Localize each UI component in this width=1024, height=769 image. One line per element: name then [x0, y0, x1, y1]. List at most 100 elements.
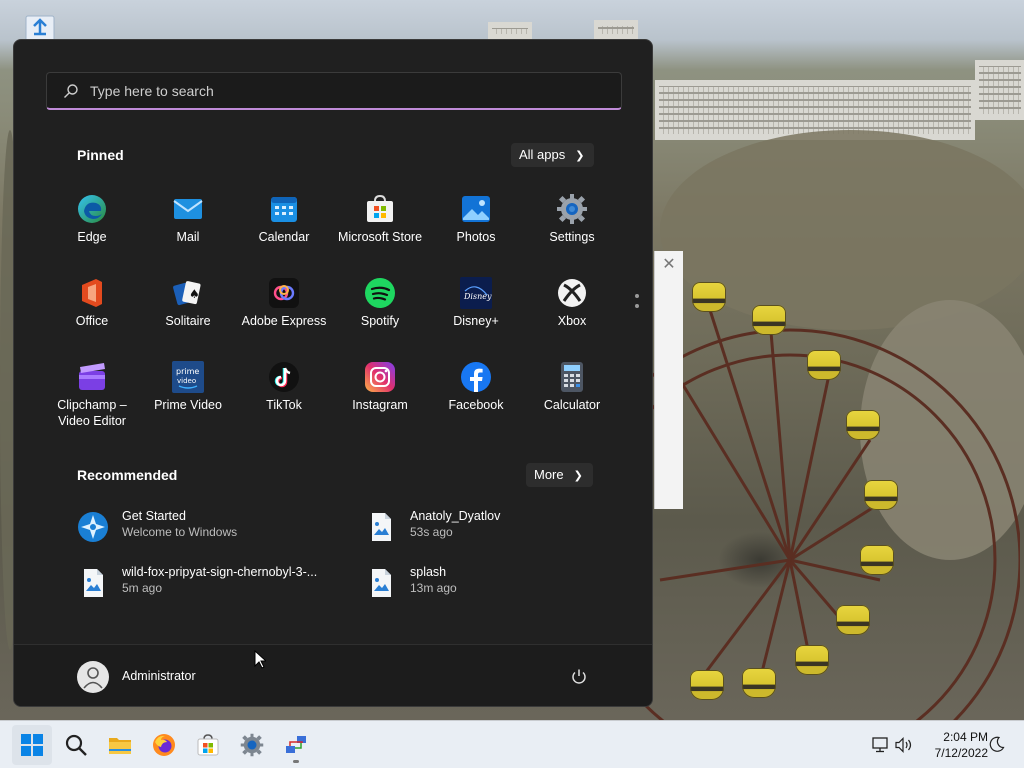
background-dialog: ✕	[654, 251, 683, 509]
notification-moon-icon[interactable]	[989, 736, 1005, 752]
taskbar-search-button[interactable]	[56, 725, 96, 765]
calendar-icon	[271, 197, 297, 222]
search-icon	[64, 84, 78, 98]
chevron-right-icon: ❯	[573, 470, 583, 482]
app-label: Clipchamp – Video Editor	[57, 398, 127, 428]
firefox-icon	[153, 734, 175, 756]
pinned-app-adobe-express[interactable]: Adobe Express	[236, 267, 332, 347]
user-name: Administrator	[122, 669, 196, 683]
mouse-cursor-icon	[254, 650, 266, 669]
store-icon	[197, 734, 219, 756]
app-label: Prime Video	[154, 398, 222, 412]
all-apps-button[interactable]: All apps ❯	[511, 143, 595, 167]
pinned-app-solitaire[interactable]: ♠ Solitaire	[140, 267, 236, 347]
page-dots[interactable]	[634, 294, 640, 318]
network-icon[interactable]	[871, 737, 889, 753]
taskbar-file-explorer[interactable]	[100, 725, 140, 765]
app-label: Calendar	[258, 230, 310, 244]
recommended-item[interactable]: Anatoly_Dyatlov 53s ago	[365, 507, 635, 547]
recommended-title: Recommended	[77, 467, 178, 483]
store-icon	[367, 194, 393, 222]
app-label: Settings	[549, 230, 595, 244]
start-button[interactable]	[12, 725, 52, 765]
gear-icon	[240, 733, 264, 757]
pinned-app-calendar[interactable]: Calendar	[236, 183, 332, 263]
svg-text:video: video	[177, 377, 196, 385]
xbox-icon	[558, 279, 586, 307]
user-avatar-icon	[77, 661, 109, 693]
clipchamp-icon	[79, 363, 105, 390]
taskbar-network-app[interactable]	[276, 725, 316, 765]
disney-plus-icon: Disney+	[460, 277, 492, 309]
taskbar-settings[interactable]	[232, 725, 272, 765]
ferris-wheel	[640, 309, 1020, 720]
taskbar: 2:04 PM 7/12/2022	[0, 720, 1024, 768]
svg-text:Disney+: Disney+	[463, 292, 492, 301]
close-icon[interactable]: ✕	[655, 251, 683, 279]
recommended-title: splash	[410, 565, 447, 579]
pinned-app-store[interactable]: Microsoft Store	[332, 183, 428, 263]
pinned-app-mail[interactable]: Mail	[140, 183, 236, 263]
app-label: Office	[75, 314, 109, 328]
pinned-app-settings[interactable]: Settings	[524, 183, 620, 263]
page-dot[interactable]	[635, 294, 639, 298]
cards-icon: ♠	[173, 281, 201, 306]
image-file-icon	[84, 569, 103, 597]
app-label: Solitaire	[165, 314, 211, 328]
spotify-icon	[365, 278, 395, 308]
search-input[interactable]: Type here to search	[46, 72, 622, 110]
pinned-app-photos[interactable]: Photos	[428, 183, 524, 263]
clock-date: 7/12/2022	[934, 746, 988, 760]
clock[interactable]: 2:04 PM 7/12/2022	[918, 729, 988, 761]
all-apps-label: All apps	[519, 147, 566, 162]
gear-icon	[557, 194, 587, 224]
app-label: Xbox	[557, 314, 587, 328]
app-label: Mail	[176, 230, 200, 244]
app-label: Edge	[77, 230, 107, 244]
recommended-item[interactable]: Get Started Welcome to Windows	[77, 507, 347, 547]
recommended-subtitle: 5m ago	[122, 581, 163, 595]
start-footer: Administrator	[14, 644, 652, 706]
start-menu: Type here to search Pinned All apps ❯ Edg…	[13, 39, 653, 707]
app-label: Facebook	[448, 398, 504, 412]
power-icon[interactable]	[570, 668, 588, 686]
svg-text:prime: prime	[176, 367, 199, 376]
taskbar-store[interactable]	[188, 725, 228, 765]
pinned-app-prime-video[interactable]: prime video Prime Video	[140, 351, 236, 431]
pinned-app-spotify[interactable]: Spotify	[332, 267, 428, 347]
instagram-icon	[365, 362, 395, 392]
running-indicator	[293, 760, 299, 763]
pinned-app-edge[interactable]: Edge	[44, 183, 140, 263]
pinned-app-xbox[interactable]: Xbox	[524, 267, 620, 347]
facebook-icon	[461, 362, 491, 392]
pinned-app-instagram[interactable]: Instagram	[332, 351, 428, 431]
adobe-express-icon	[269, 278, 299, 308]
page-dot[interactable]	[635, 304, 639, 308]
pinned-app-tiktok[interactable]: TikTok	[236, 351, 332, 431]
app-label: Disney+	[453, 314, 499, 328]
pinned-title: Pinned	[77, 147, 124, 163]
recommended-item[interactable]: wild-fox-pripyat-sign-chernobyl-3-... 5m…	[77, 563, 347, 603]
more-button[interactable]: More ❯	[526, 463, 593, 487]
recommended-subtitle: 53s ago	[410, 525, 453, 539]
chevron-right-icon: ❯	[575, 150, 585, 162]
taskbar-firefox[interactable]	[144, 725, 184, 765]
app-label: Photos	[456, 230, 496, 244]
network-app-icon	[286, 736, 306, 753]
pinned-app-office[interactable]: Office	[44, 267, 140, 347]
clock-time: 2:04 PM	[943, 730, 988, 744]
recommended-subtitle: 13m ago	[410, 581, 457, 595]
volume-icon[interactable]	[895, 737, 913, 753]
recommended-item[interactable]: splash 13m ago	[365, 563, 635, 603]
app-label: Calculator	[543, 398, 601, 412]
pinned-app-facebook[interactable]: Facebook	[428, 351, 524, 431]
recommended-subtitle: Welcome to Windows	[122, 525, 238, 539]
app-label: Spotify	[360, 314, 400, 328]
app-label: TikTok	[266, 398, 302, 412]
pinned-app-clipchamp[interactable]: Clipchamp – Video Editor	[44, 351, 140, 431]
photos-icon	[462, 196, 490, 222]
pinned-app-disney-plus[interactable]: Disney+ Disney+	[428, 267, 524, 347]
pinned-app-calculator[interactable]: Calculator	[524, 351, 620, 431]
get-started-icon	[78, 512, 108, 542]
image-file-icon	[372, 513, 391, 541]
